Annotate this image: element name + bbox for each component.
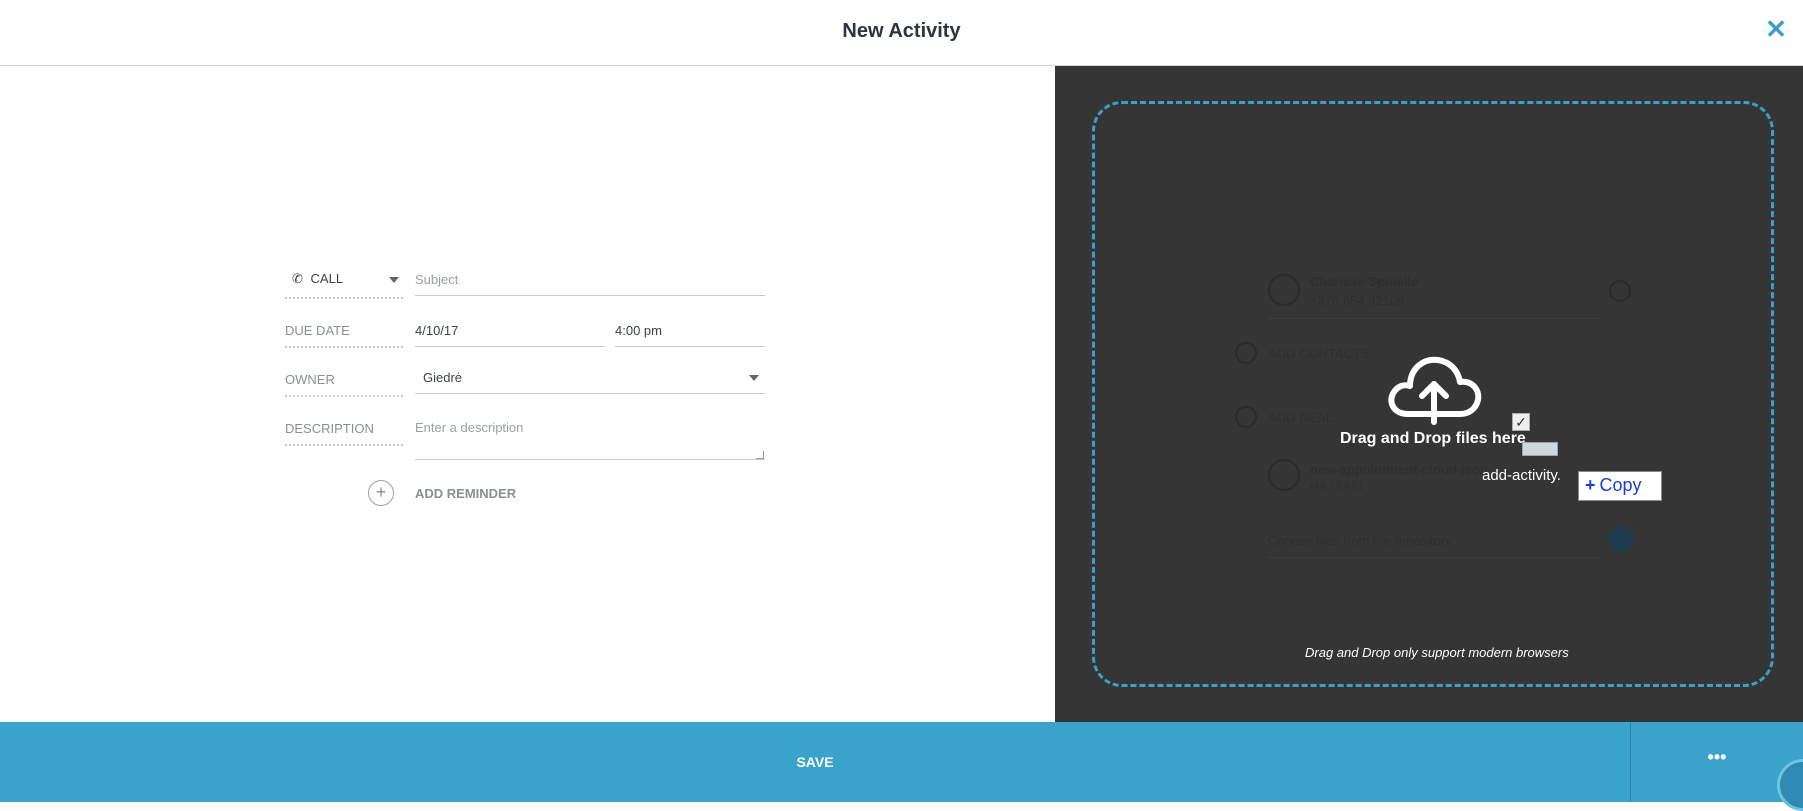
plus-icon bbox=[1235, 342, 1257, 364]
dialog-title: New Activity bbox=[842, 20, 961, 42]
owner-underline bbox=[285, 395, 403, 397]
dialog-header: New Activity ✕ bbox=[0, 0, 1803, 66]
phone-icon: ✆ bbox=[292, 271, 303, 286]
owner-select[interactable]: Giedrė bbox=[415, 364, 765, 394]
dragged-file-thumbnail bbox=[1522, 442, 1558, 456]
plus-icon: + bbox=[1585, 475, 1596, 495]
dragged-file-label: add-activity. bbox=[1482, 467, 1561, 484]
contact-phone: +370 654 32109 bbox=[1310, 293, 1405, 308]
repository-input: Choose files from the repository bbox=[1268, 533, 1452, 548]
close-icon[interactable]: ✕ bbox=[1763, 16, 1789, 42]
subject-input[interactable]: Subject bbox=[415, 266, 765, 296]
dropzone-title: Drag and Drop files here bbox=[1340, 430, 1526, 447]
cloud-upload-icon bbox=[1608, 526, 1634, 552]
due-date-label: DUE DATE bbox=[285, 323, 350, 338]
due-date-underline bbox=[285, 346, 403, 348]
checkbox-icon: ✓ bbox=[1512, 413, 1530, 431]
add-contacts-link: ADD CONTACTS bbox=[1268, 346, 1370, 361]
attached-file-size: (49.73 KB) bbox=[1310, 480, 1363, 492]
activity-form bbox=[0, 66, 1055, 722]
description-textarea[interactable]: Enter a description bbox=[415, 414, 765, 460]
chevron-down-icon bbox=[749, 375, 759, 381]
chevron-down-icon bbox=[389, 277, 399, 283]
type-underline bbox=[285, 297, 403, 299]
resize-handle-icon[interactable] bbox=[756, 451, 764, 459]
activity-type-select[interactable]: ✆ CALL bbox=[292, 271, 402, 291]
description-label: DESCRIPTION bbox=[285, 421, 374, 436]
copy-drop-tooltip: + Copy bbox=[1578, 471, 1662, 501]
divider bbox=[1268, 318, 1598, 319]
due-time-input[interactable]: 4:00 pm bbox=[615, 317, 765, 347]
copy-label: Copy bbox=[1599, 475, 1642, 495]
plus-icon: + bbox=[375, 482, 387, 502]
due-date-input[interactable]: 4/10/17 bbox=[415, 317, 605, 347]
owner-label: OWNER bbox=[285, 372, 335, 387]
remove-contact-icon bbox=[1609, 280, 1631, 302]
contact-avatar-icon bbox=[1268, 274, 1300, 306]
file-icon bbox=[1268, 459, 1300, 491]
activity-type-label: CALL bbox=[310, 271, 344, 286]
divider bbox=[1268, 557, 1598, 558]
add-reminder-button[interactable]: + bbox=[368, 480, 394, 506]
dialog-footer: SAVE ••• bbox=[0, 722, 1803, 802]
description-underline bbox=[285, 444, 403, 446]
cloud-upload-icon bbox=[1388, 356, 1482, 425]
add-deal-link: ADD DEAL bbox=[1268, 410, 1334, 425]
contact-name: Charisse Spinello bbox=[1310, 274, 1420, 289]
save-button[interactable]: SAVE bbox=[0, 722, 1630, 802]
dropzone-note: Drag and Drop only support modern browse… bbox=[1305, 645, 1569, 660]
plus-icon bbox=[1235, 406, 1257, 428]
add-reminder-label[interactable]: ADD REMINDER bbox=[415, 486, 516, 501]
attached-file-name: new-appointment-cloud-icon-link-file.png bbox=[1310, 462, 1490, 477]
